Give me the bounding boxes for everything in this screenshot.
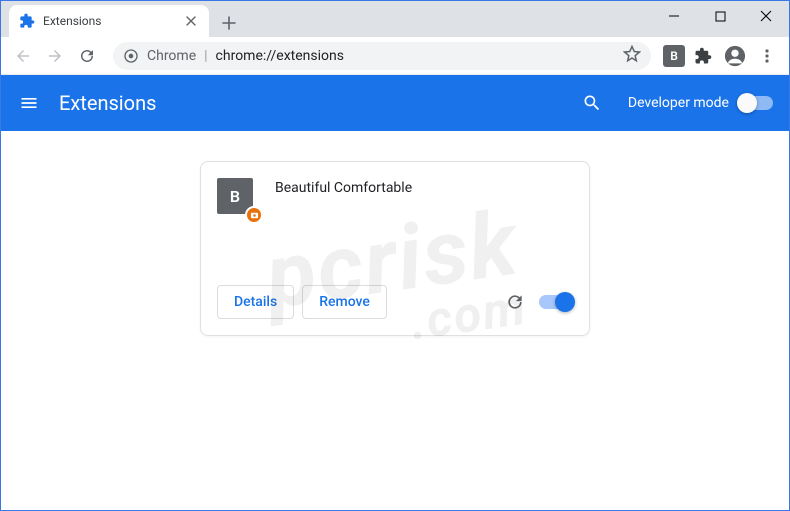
profile-avatar-icon[interactable] <box>721 42 749 70</box>
address-bar[interactable]: Chrome | chrome://extensions <box>113 42 651 70</box>
puzzle-icon <box>19 13 35 29</box>
chrome-page-icon <box>123 48 139 64</box>
bookmark-star-icon[interactable] <box>623 45 641 67</box>
enable-extension-toggle[interactable] <box>539 295 573 309</box>
extensions-puzzle-icon[interactable] <box>689 42 717 70</box>
reload-button[interactable] <box>73 42 101 70</box>
browser-toolbar: Chrome | chrome://extensions B <box>1 37 789 75</box>
back-button[interactable] <box>9 42 37 70</box>
maximize-button[interactable] <box>697 1 743 31</box>
reload-extension-icon[interactable] <box>499 286 531 318</box>
tab-title: Extensions <box>43 14 175 28</box>
window-titlebar: Extensions <box>1 1 789 37</box>
minimize-button[interactable] <box>651 1 697 31</box>
search-icon[interactable] <box>574 85 610 121</box>
remove-button[interactable]: Remove <box>302 285 387 319</box>
url-scheme: Chrome <box>147 48 196 64</box>
developer-mode-toggle[interactable] <box>739 96 773 110</box>
extensions-header: Extensions Developer mode <box>1 75 789 131</box>
page-title: Extensions <box>59 91 556 115</box>
hamburger-menu-icon[interactable] <box>17 91 41 115</box>
details-button[interactable]: Details <box>217 285 294 319</box>
extension-name: Beautiful Comfortable <box>275 178 412 285</box>
close-icon[interactable] <box>183 13 199 29</box>
url-separator: | <box>204 48 207 64</box>
close-window-button[interactable] <box>743 1 789 31</box>
developer-mode-label: Developer mode <box>628 95 729 111</box>
url-path: chrome://extensions <box>216 48 344 64</box>
extension-warning-badge-icon <box>245 206 263 224</box>
extension-badge-b[interactable]: B <box>663 45 685 67</box>
menu-dots-icon[interactable] <box>753 42 781 70</box>
extension-card: B Beautiful Comfortable Details Remove <box>200 161 590 336</box>
new-tab-button[interactable] <box>215 9 243 37</box>
forward-button[interactable] <box>41 42 69 70</box>
browser-tab[interactable]: Extensions <box>9 5 209 37</box>
